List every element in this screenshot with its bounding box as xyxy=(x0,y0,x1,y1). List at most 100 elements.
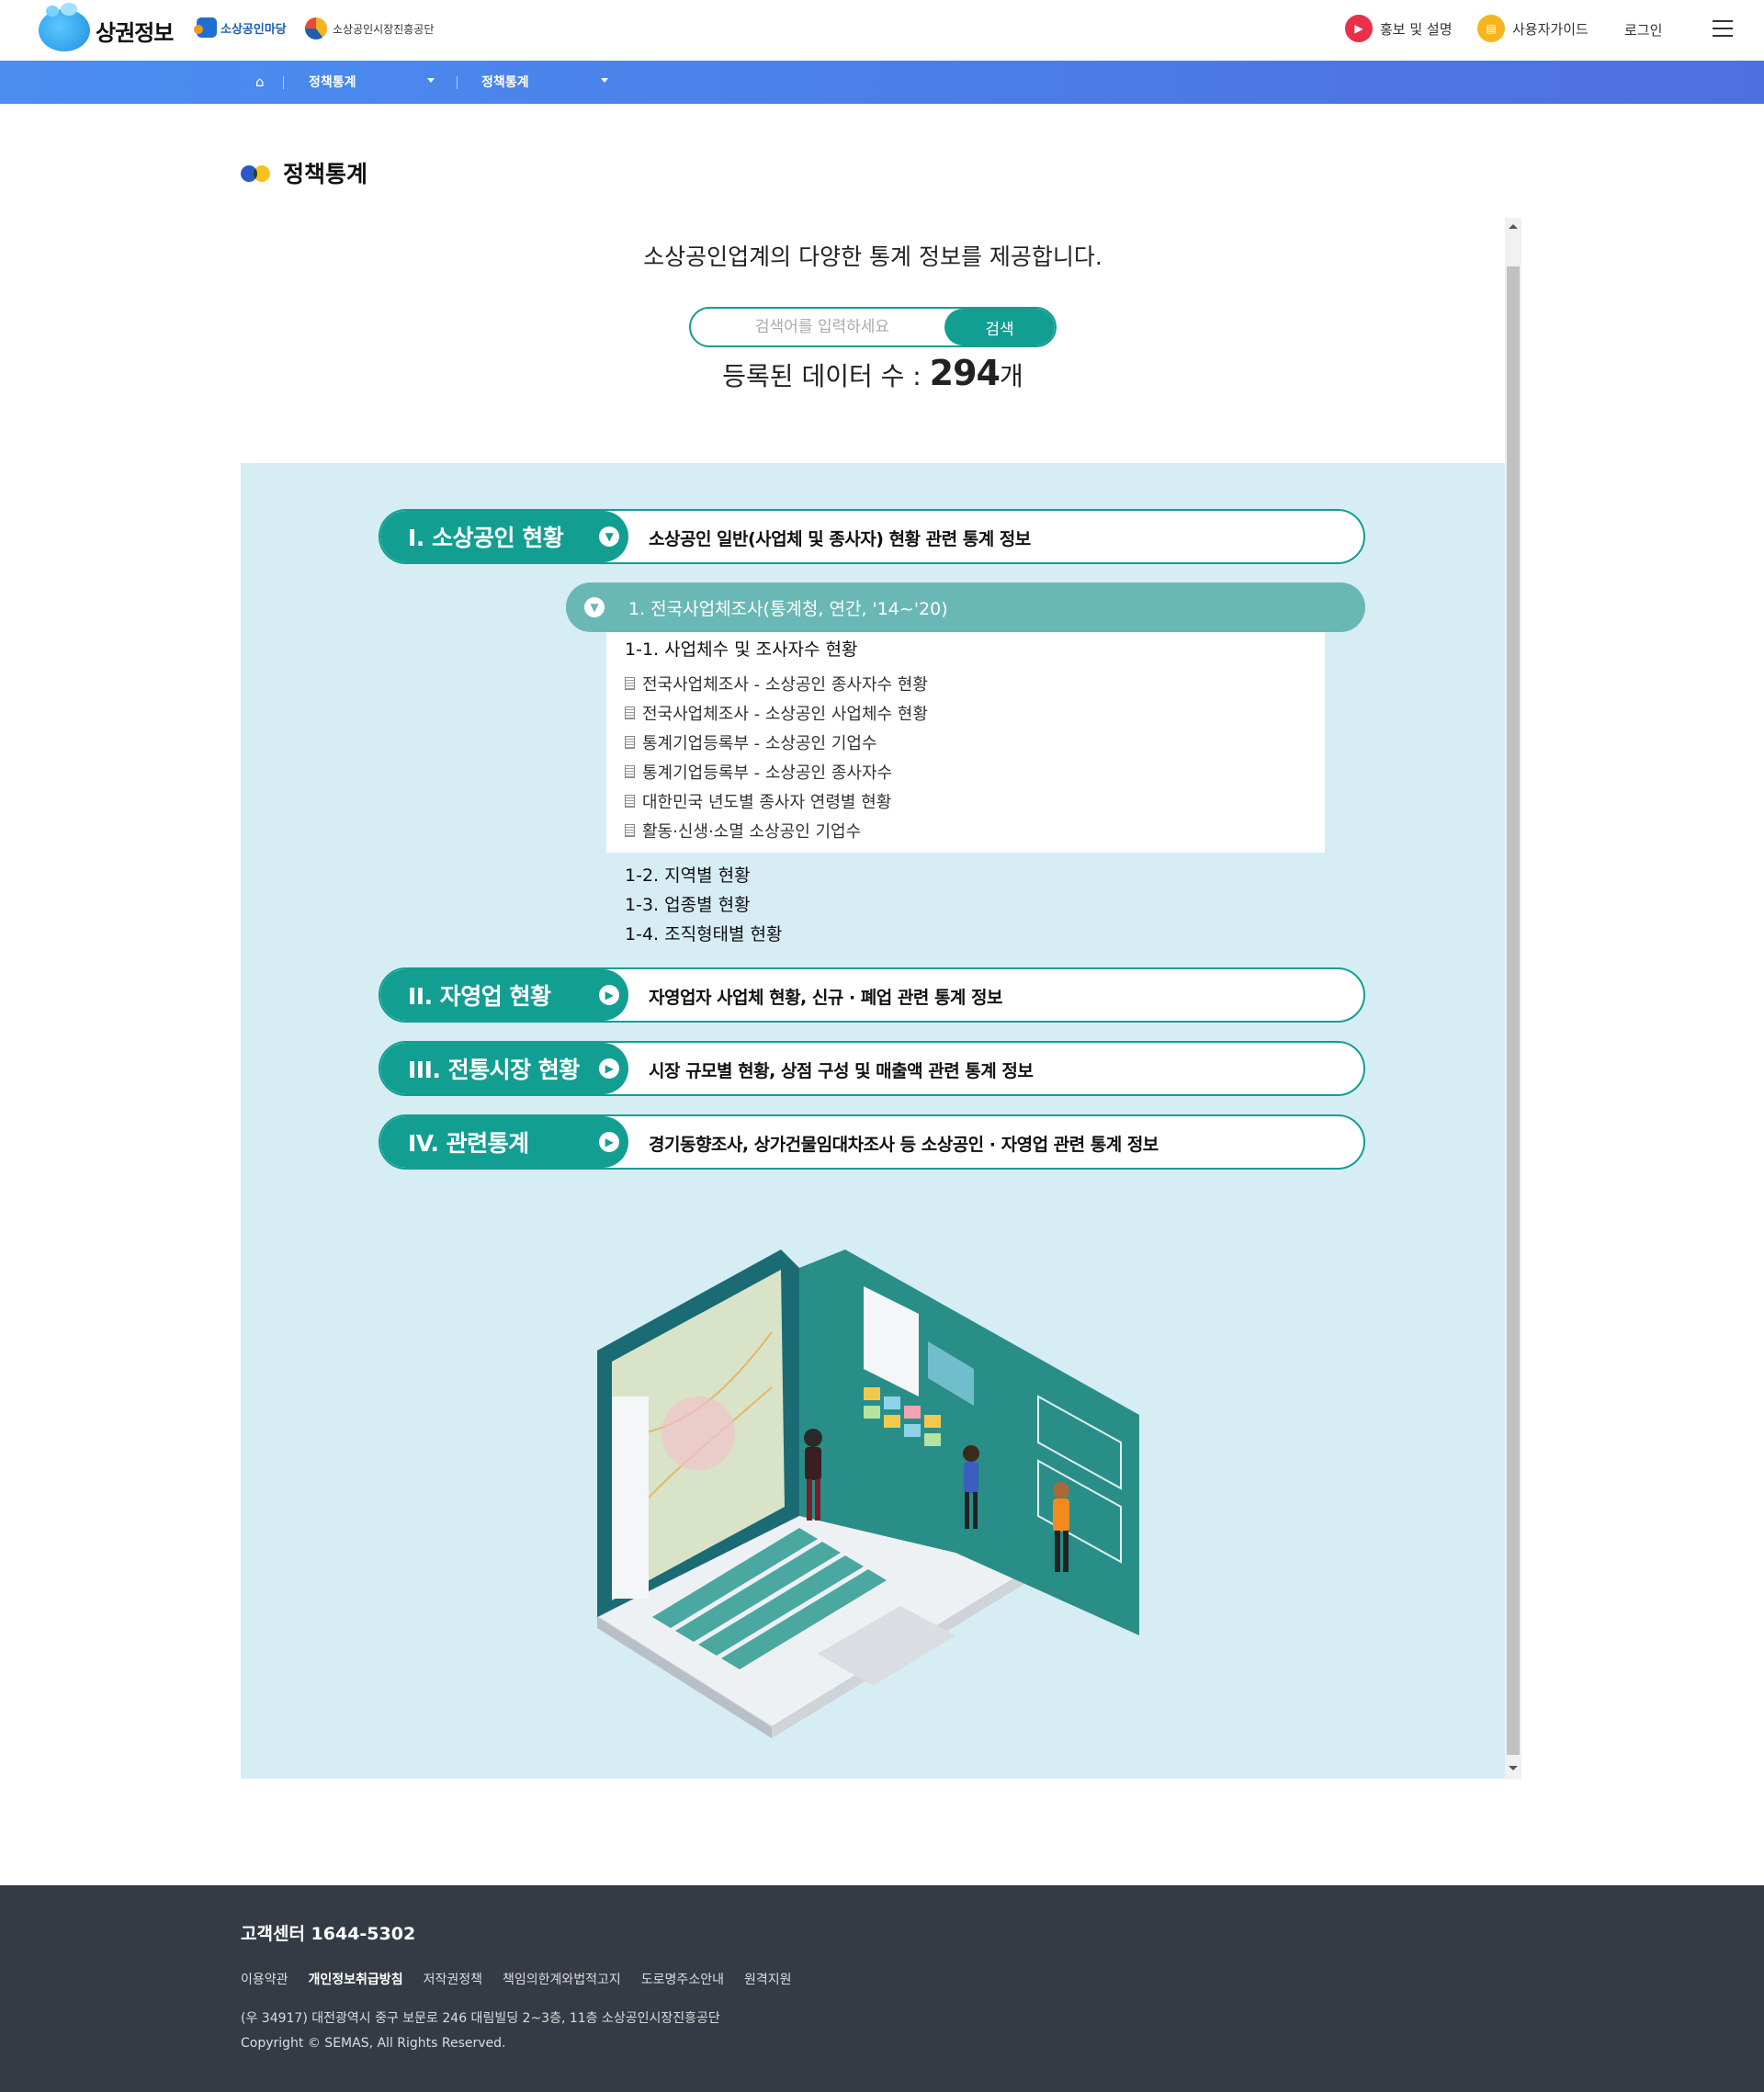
list-item[interactable]: 전국사업체조사 - 소상공인 사업체수 현황 xyxy=(625,698,928,728)
section-item[interactable]: 1-2. 지역별 현황 xyxy=(625,862,783,891)
search-button[interactable]: 검색 xyxy=(944,309,1055,345)
partner-logo-sosanggong[interactable]: 소상공인마당 xyxy=(194,17,287,38)
login-label: 로그인 xyxy=(1624,22,1663,39)
list-item[interactable]: 통계기업등록부 - 소상공인 기업수 xyxy=(625,728,928,757)
list-item-label: 대한민국 년도별 종사자 연령별 현황 xyxy=(642,793,892,812)
category-desc: 경기동향조사, 상가건물임대차조사 등 소상공인 · 자영업 관련 통계 정보 xyxy=(649,1135,1159,1155)
promo-label: 홍보 및 설명 xyxy=(1380,20,1453,38)
partner-logo-semas[interactable]: 소상공인시장진흥공단 xyxy=(305,17,434,40)
category-desc: 자영업자 사업체 현황, 신규 · 폐업 관련 통계 정보 xyxy=(649,988,1002,1008)
guide-label: 사용자가이드 xyxy=(1512,20,1589,38)
list-item[interactable]: 대한민국 년도별 종사자 연령별 현황 xyxy=(625,786,928,816)
document-icon xyxy=(625,795,635,808)
chevron-down-icon[interactable] xyxy=(427,78,435,83)
document-icon xyxy=(625,736,635,749)
footer-link[interactable]: 개인정보취급방침 xyxy=(309,1970,403,1988)
category-3[interactable]: III. 전통시장 현황 ▶ 시장 규모별 현황, 상점 구성 및 매출액 관련… xyxy=(379,1041,1365,1096)
list-item-label: 활동·신생·소멸 소상공인 기업수 xyxy=(642,822,862,842)
list-item[interactable]: 통계기업등록부 - 소상공인 종사자수 xyxy=(625,757,928,786)
document-icon xyxy=(625,824,635,837)
partner2-label: 소상공인시장진흥공단 xyxy=(333,22,435,36)
search-input[interactable] xyxy=(691,309,944,345)
chevron-right-icon: ▶ xyxy=(599,1132,619,1152)
document-icon xyxy=(625,677,635,690)
breadcrumb: ⌂ 정책통계 정책통계 xyxy=(0,61,1764,104)
page-title-text: 정책통계 xyxy=(283,161,368,187)
logo-text: 상권정보 xyxy=(96,19,174,46)
breadcrumb-item-1[interactable]: 정책통계 xyxy=(309,73,356,91)
list-item[interactable]: 활동·신생·소멸 소상공인 기업수 xyxy=(625,816,928,845)
partner1-label: 소상공인마당 xyxy=(220,22,287,37)
chevron-right-icon: ▶ xyxy=(599,1058,619,1079)
section-list: 1-2. 지역별 현황 1-3. 업종별 현황 1-4. 조직형태별 현황 xyxy=(625,862,783,950)
category-label: II. 자영업 현황 xyxy=(408,983,551,1010)
scroll-down-arrow-icon[interactable] xyxy=(1509,1766,1518,1770)
category-tag: IV. 관련통계 ▶ xyxy=(380,1116,628,1168)
footer-link[interactable]: 원격지원 xyxy=(744,1970,792,1988)
category-1[interactable]: I. 소상공인 현황 ▼ 소상공인 일반(사업체 및 종사자) 현황 관련 통계… xyxy=(379,509,1365,564)
document-icon xyxy=(625,707,635,719)
home-icon[interactable]: ⌂ xyxy=(255,74,272,90)
category-desc: 소상공인 일반(사업체 및 종사자) 현황 관련 통계 정보 xyxy=(649,529,1031,549)
footer-copyright: Copyright © SEMAS, All Rights Reserved. xyxy=(241,2036,506,2051)
guide-link[interactable]: ▤ 사용자가이드 xyxy=(1477,15,1589,42)
category-label: IV. 관련통계 xyxy=(408,1130,529,1157)
footer-links: 이용약관 개인정보취급방침 저작권정책 책임의한계와법적고지 도로명주소안내 원… xyxy=(241,1970,792,1988)
scrollbar-thumb[interactable] xyxy=(1507,266,1520,1755)
play-icon: ▶ xyxy=(1345,15,1373,42)
list-item-label: 통계기업등록부 - 소상공인 기업수 xyxy=(642,734,877,753)
logo-bubble-icon xyxy=(39,3,90,51)
scroll-up-arrow-icon[interactable] xyxy=(1509,224,1518,229)
intro-text: 소상공인업계의 다양한 통계 정보를 제공합니다. xyxy=(643,243,1102,270)
nav-divider xyxy=(283,76,284,89)
category-desc: 시장 규모별 현황, 상점 구성 및 매출액 관련 통계 정보 xyxy=(649,1061,1034,1081)
category-tag: I. 소상공인 현황 ▼ xyxy=(380,511,628,562)
footer-link[interactable]: 도로명주소안내 xyxy=(641,1970,724,1988)
hamburger-icon[interactable] xyxy=(1713,20,1733,37)
section-heading: 1-1. 사업체수 및 조사자수 현황 xyxy=(625,639,858,660)
count-prefix: 등록된 데이터 수 : xyxy=(722,361,930,391)
list-item[interactable]: 전국사업체조사 - 소상공인 종사자수 현황 xyxy=(625,669,928,698)
survey-toggle[interactable]: ▼ 1. 전국사업체조사(통계청, 연간, '14~'20) xyxy=(566,582,1365,632)
chevron-right-icon: ▶ xyxy=(599,985,619,1005)
survey-detail: 1-1. 사업체수 및 조사자수 현황 전국사업체조사 - 소상공인 종사자수 … xyxy=(606,632,1325,853)
category-label: I. 소상공인 현황 xyxy=(408,525,564,551)
count-value: 294 xyxy=(929,353,1001,393)
laptop-illustration xyxy=(595,1250,1139,1738)
document-icon xyxy=(625,765,635,778)
site-logo[interactable]: 상권정보 xyxy=(39,3,174,51)
section-item[interactable]: 1-4. 조직형태별 현황 xyxy=(625,921,783,950)
footer-link[interactable]: 저작권정책 xyxy=(424,1970,482,1988)
category-4[interactable]: IV. 관련통계 ▶ 경기동향조사, 상가건물임대차조사 등 소상공인 · 자영… xyxy=(379,1114,1365,1170)
semas-mark-icon xyxy=(305,17,327,40)
footer-address: (우 34917) 대전광역시 중구 보문로 246 대림빌딩 2~3층, 11… xyxy=(241,2011,720,2026)
login-link[interactable]: 로그인 xyxy=(1624,20,1662,40)
survey-label: 1. 전국사업체조사(통계청, 연간, '14~'20) xyxy=(628,599,948,619)
category-label: III. 전통시장 현황 xyxy=(408,1057,580,1083)
list-item-label: 전국사업체조사 - 소상공인 사업체수 현황 xyxy=(642,705,928,724)
nav-divider xyxy=(457,76,458,89)
category-2[interactable]: II. 자영업 현황 ▶ 자영업자 사업체 현황, 신규 · 폐업 관련 통계 … xyxy=(379,967,1365,1023)
data-count: 등록된 데이터 수 : 294개 xyxy=(241,353,1505,393)
partner-mark-icon xyxy=(194,17,217,38)
stat-list: 전국사업체조사 - 소상공인 종사자수 현황 전국사업체조사 - 소상공인 사업… xyxy=(625,669,928,845)
footer-link[interactable]: 이용약관 xyxy=(241,1970,288,1988)
chevron-down-icon[interactable] xyxy=(601,78,608,83)
list-item-label: 전국사업체조사 - 소상공인 종사자수 현황 xyxy=(642,675,928,695)
promo-link[interactable]: ▶ 홍보 및 설명 xyxy=(1345,15,1453,42)
book-icon: ▤ xyxy=(1477,15,1505,42)
chevron-down-icon: ▼ xyxy=(584,597,605,617)
header: 상권정보 소상공인마당 소상공인시장진흥공단 ▶ 홍보 및 설명 ▤ 사용자가이… xyxy=(0,0,1764,61)
list-item-label: 통계기업등록부 - 소상공인 종사자수 xyxy=(642,763,893,783)
section-item[interactable]: 1-3. 업종별 현황 xyxy=(625,891,783,921)
category-tag: II. 자영업 현황 ▶ xyxy=(380,969,628,1021)
footer: 고객센터 1644-5302 이용약관 개인정보취급방침 저작권정책 책임의한계… xyxy=(0,1885,1764,2092)
breadcrumb-item-2[interactable]: 정책통계 xyxy=(481,73,529,91)
search-box: 검색 xyxy=(689,307,1057,347)
customer-center: 고객센터 1644-5302 xyxy=(241,1924,416,1944)
footer-link[interactable]: 책임의한계와법적고지 xyxy=(503,1970,621,1988)
page-title: 정책통계 xyxy=(241,156,368,189)
chevron-down-icon: ▼ xyxy=(599,526,619,547)
category-tag: III. 전통시장 현황 ▶ xyxy=(380,1043,628,1094)
count-suffix: 개 xyxy=(999,361,1023,391)
